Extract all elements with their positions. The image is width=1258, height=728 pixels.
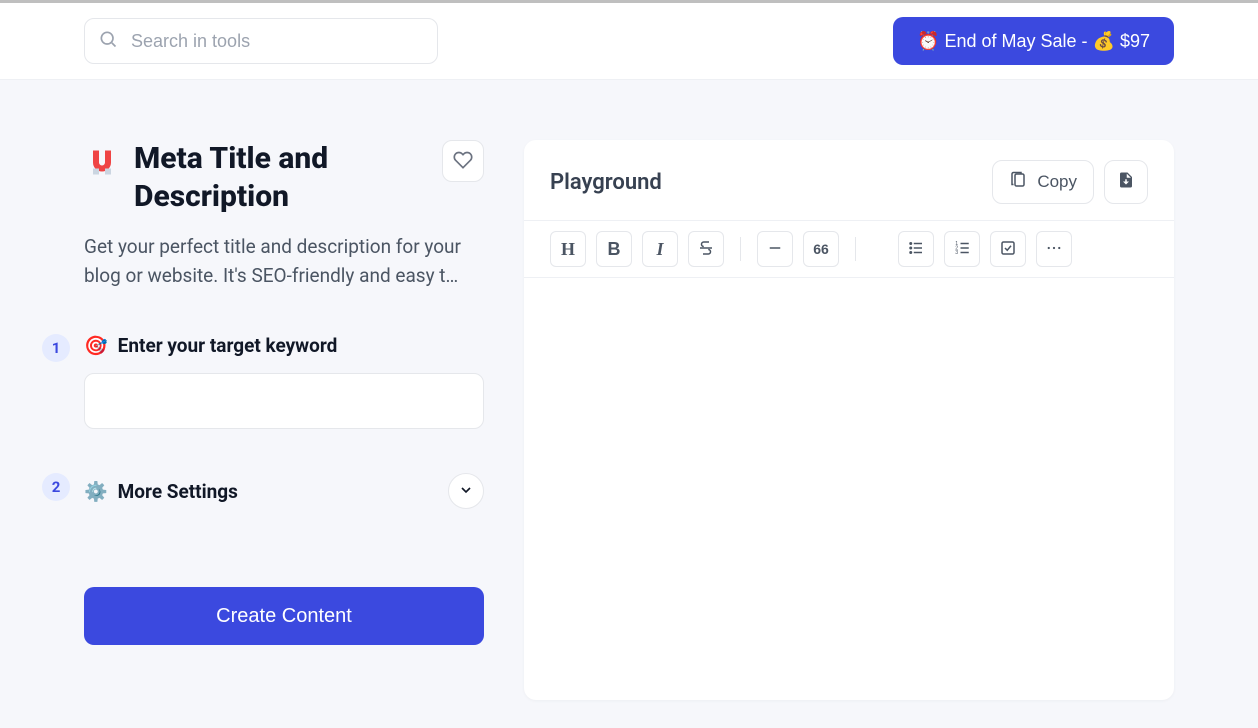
step-number-2: 2 [42,473,70,501]
svg-text:3: 3 [955,250,958,256]
editor-content[interactable] [524,278,1174,700]
playground-header: Playground Copy [524,140,1174,220]
italic-button[interactable]: I [642,231,678,267]
favorite-button[interactable] [442,140,484,182]
ordered-list-icon: 123 [953,239,971,260]
step-keyword-label: Enter your target keyword [118,334,338,357]
bold-button[interactable]: B [596,231,632,267]
horizontal-rule-button[interactable] [757,231,793,267]
heart-icon [453,150,473,173]
tool-header: Meta Title and Description [84,140,484,215]
main-content: Meta Title and Description Get your perf… [0,80,1258,700]
tool-description: Get your perfect title and description f… [84,233,484,290]
export-doc-button[interactable] [1104,160,1148,204]
blockquote-button[interactable]: 66 [803,231,839,267]
copy-label: Copy [1037,172,1077,192]
magnet-icon [84,146,120,182]
step-number-1: 1 [42,334,70,362]
playground-title: Playground [550,170,662,195]
list-group: 123 [898,231,1072,267]
more-horizontal-icon [1045,239,1063,260]
search-input[interactable] [84,18,438,64]
toolbar-separator [740,237,741,261]
step-more-label-row: ⚙️ More Settings [84,480,238,503]
heading-button[interactable]: H [550,231,586,267]
sale-button[interactable]: ⏰ End of May Sale - 💰 $97 [893,17,1174,65]
playground-panel: Playground Copy H B I [524,140,1174,700]
bullet-list-icon [907,239,925,260]
more-formatting-button[interactable] [1036,231,1072,267]
create-content-button[interactable]: Create Content [84,587,484,645]
step-more-label: More Settings [118,480,238,503]
keyword-input[interactable] [84,373,484,429]
tool-title: Meta Title and Description [134,140,428,215]
target-icon: 🎯 [84,334,108,357]
top-bar: ⏰ End of May Sale - 💰 $97 [0,0,1258,80]
copy-button[interactable]: Copy [992,160,1094,204]
chevron-down-icon [458,482,474,501]
step-keyword: 1 🎯 Enter your target keyword [84,334,484,429]
gear-icon: ⚙️ [84,480,108,503]
editor-toolbar: H B I 66 [524,220,1174,278]
left-pane: Meta Title and Description Get your perf… [84,140,484,700]
toolbar-separator [855,237,856,261]
step-more-settings: 2 ⚙️ More Settings [84,473,484,509]
strikethrough-button[interactable] [688,231,724,267]
playground-actions: Copy [992,160,1148,204]
search-box [84,18,438,64]
clipboard-icon [1009,171,1027,194]
ordered-list-button[interactable]: 123 [944,231,980,267]
strikethrough-icon [697,239,715,260]
minus-icon [766,239,784,260]
bullet-list-button[interactable] [898,231,934,267]
file-icon [1117,171,1135,194]
expand-more-button[interactable] [448,473,484,509]
checkbox-icon [999,239,1017,260]
step-keyword-label-row: 🎯 Enter your target keyword [84,334,484,357]
checklist-button[interactable] [990,231,1026,267]
search-icon [98,29,118,53]
